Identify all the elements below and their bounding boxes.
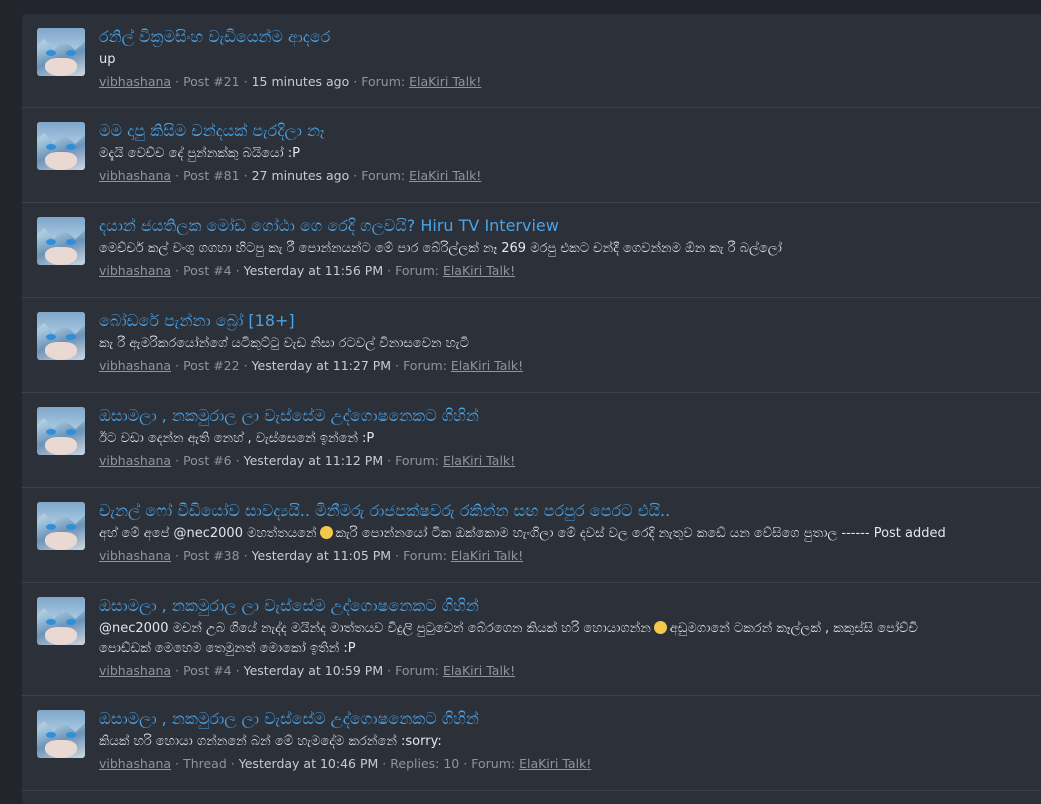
post-title-link[interactable]: ඔසාමලා , නකමුරාල ලා වැස්සේම උද්ගොෂනෙකට ග…: [99, 405, 1041, 427]
post-result: ඔසාමලා , නකමුරාල ලා වැස්සේම උද්ගොෂනෙකට ග…: [22, 583, 1041, 696]
post-result: බෝඩරේ පැන්නා බ්‍රෝ [18+] කැ රී ඇමරිකරයෝන…: [22, 298, 1041, 393]
post-time: Yesterday at 11:56 PM: [243, 263, 384, 278]
post-time: Yesterday at 11:27 PM: [251, 358, 392, 373]
post-meta: vibhashana · Post #6 · Yesterday at 11:12 PM…: [99, 453, 516, 468]
avatar[interactable]: [37, 597, 85, 645]
forum-link[interactable]: ElaKiri Talk!: [409, 168, 481, 183]
forum-link[interactable]: ElaKiri Talk!: [443, 663, 515, 678]
forum-label: Forum:: [395, 263, 439, 278]
avatar[interactable]: [37, 502, 85, 550]
username-link[interactable]: vibhashana: [99, 453, 171, 468]
post-title-link[interactable]: දයාන් ජයතිලක මෝඩ ගෝඨා ගෙ රෙදි ගලවයි? Hir…: [99, 215, 1041, 237]
post-result: චැනල් ෆෝ වීඩියෝව සාවද්‍යයි.. මිනීමරු රාජ…: [22, 488, 1041, 583]
post-meta: vibhashana · Thread · Yesterday at 10:46 PM ·…: [99, 756, 592, 771]
username-link[interactable]: vibhashana: [99, 548, 171, 563]
avatar[interactable]: [37, 122, 85, 170]
snippet-text: අහ් මේ අපේ @nec2000 මහත්තයනේ: [99, 526, 317, 541]
forum-label: Forum:: [403, 548, 447, 563]
post-number: Post #81: [183, 168, 240, 183]
forum-label: Forum:: [403, 358, 447, 373]
post-number: Post #38: [183, 548, 240, 563]
username-link[interactable]: vibhashana: [99, 663, 171, 678]
post-snippet: up: [99, 52, 116, 67]
post-snippet: ඊට වඩා දෙන්න ඇති නෙහ් , වැස්සෙනේ ඉන්නේ :…: [99, 431, 375, 446]
post-snippet: මදැයි වෙච්ච දේ පුන්නක්කු බයියෝ :P: [99, 146, 301, 161]
post-result: රනිල් වික්‍රමසිංහ වැඩියෙන්ම ආදරෙ up vibh…: [22, 14, 1041, 108]
post-result: දයාන් ජයතිලක මෝඩ ගෝඨා ගෙ රෙදි ගලවයි? Hir…: [22, 203, 1041, 298]
post-number: Post #21: [183, 74, 240, 89]
post-time: Yesterday at 10:46 PM: [238, 756, 379, 771]
post-snippet-line2: පොඩ්ඩක් මෙහෙම තෙමුනත් මොකෝ ඉතින් :P: [99, 641, 356, 656]
forum-link[interactable]: ElaKiri Talk!: [451, 548, 523, 563]
avatar[interactable]: [37, 28, 85, 76]
post-result: ඔසාමලා , නකමුරාල ලා වැස්සේම උද්ගොෂනෙකට ග…: [22, 696, 1041, 791]
post-type: Thread: [183, 756, 227, 771]
avatar[interactable]: [37, 710, 85, 758]
post-title-link[interactable]: චැනල් ෆෝ වීඩියෝව සාවද්‍යයි.. මිනීමරු රාජ…: [99, 500, 1041, 522]
post-snippet: කියක් හරි හොයා ගන්නනේ බන් මේ හැමදේම කරන්…: [99, 734, 442, 749]
forum-link[interactable]: ElaKiri Talk!: [409, 74, 481, 89]
forum-link[interactable]: ElaKiri Talk!: [519, 756, 591, 771]
post-number: Post #6: [183, 453, 232, 468]
post-title-link[interactable]: රනිල් වික්‍රමසිංහ වැඩියෙන්ම ආදරෙ: [99, 26, 1041, 48]
forum-link[interactable]: ElaKiri Talk!: [443, 263, 515, 278]
post-number: Post #4: [183, 663, 232, 678]
post-snippet: අහ් මේ අපේ @nec2000 මහත්තයනේ කැරි පොන්නයෝ…: [99, 524, 1041, 544]
username-link[interactable]: vibhashana: [99, 756, 171, 771]
forum-label: Forum:: [395, 453, 439, 468]
snippet-text: @nec2000 මචන් උබ ගියේ නැද්ද මයින්ද මාත්ත…: [99, 621, 651, 636]
username-link[interactable]: vibhashana: [99, 358, 171, 373]
snippet-text: අඩුමගානේ ටකරන් කෑල්ලක් , කකුස්සි පෝච්චි: [669, 621, 918, 636]
post-number: Post #22: [183, 358, 240, 373]
username-link[interactable]: vibhashana: [99, 168, 171, 183]
username-link[interactable]: vibhashana: [99, 74, 171, 89]
post-title-link[interactable]: බෝඩරේ පැන්නා බ්‍රෝ [18+]: [99, 310, 1041, 332]
smiley-icon: [653, 621, 667, 634]
forum-label: Forum:: [361, 168, 406, 183]
post-result: ඔසාමලා , නකමුරාල ලා වැස්සේම උද්ගොෂනෙකට ග…: [22, 393, 1041, 488]
forum-label: Forum:: [361, 74, 406, 89]
search-results-panel: රනිල් වික්‍රමසිංහ වැඩියෙන්ම ආදරෙ up vibh…: [22, 14, 1041, 804]
post-meta: vibhashana · Post #21 · 15 minutes ago · Forum…: [99, 74, 482, 89]
forum-link[interactable]: ElaKiri Talk!: [443, 453, 515, 468]
avatar[interactable]: [37, 407, 85, 455]
forum-link[interactable]: ElaKiri Talk!: [451, 358, 523, 373]
forum-label: Forum:: [395, 663, 439, 678]
post-result: මම දාපු කිසිම චන්දයක් පැරදිලා නෑ මදැයි ව…: [22, 108, 1041, 203]
post-time: 15 minutes ago: [251, 74, 350, 89]
snippet-text: කැරි පොන්නයෝ ටික ඔක්කොම හැංගිලා මේ දවස් …: [335, 526, 946, 541]
post-time: 27 minutes ago: [251, 168, 350, 183]
avatar[interactable]: [37, 217, 85, 265]
post-title-link[interactable]: ඔසාමලා , නකමුරාල ලා වැස්සේම උද්ගොෂනෙකට ග…: [99, 595, 1041, 617]
post-snippet: මෙච්චර් කල් වංගු ගගහා හිටපු කැ රී පොන්නය…: [99, 241, 782, 256]
smiley-icon: [319, 526, 333, 539]
post-time: Yesterday at 10:59 PM: [243, 663, 384, 678]
post-title-link[interactable]: මම දාපු කිසිම චන්දයක් පැරදිලා නෑ: [99, 120, 1041, 142]
post-meta: vibhashana · Post #22 · Yesterday at 11:27 P…: [99, 358, 524, 373]
replies-count: Replies: 10: [390, 756, 460, 771]
post-number: Post #4: [183, 263, 232, 278]
post-time: Yesterday at 11:12 PM: [243, 453, 384, 468]
avatar[interactable]: [37, 312, 85, 360]
post-meta: vibhashana · Post #38 · Yesterday at 11:05 P…: [99, 548, 524, 563]
post-snippet: කැ රී ඇමරිකරයෝන්ගේ යටිකුට්ටු වැඩ නිසා රට…: [99, 336, 469, 351]
post-meta: vibhashana · Post #4 · Yesterday at 11:56 PM…: [99, 263, 516, 278]
post-meta: vibhashana · Post #81 · 27 minutes ago · Forum…: [99, 168, 482, 183]
post-meta: vibhashana · Post #4 · Yesterday at 10:59 PM…: [99, 663, 516, 678]
username-link[interactable]: vibhashana: [99, 263, 171, 278]
post-time: Yesterday at 11:05 PM: [251, 548, 392, 563]
post-title-link[interactable]: ඔසාමලා , නකමුරාල ලා වැස්සේම උද්ගොෂනෙකට ග…: [99, 708, 1041, 730]
forum-label: Forum:: [471, 756, 516, 771]
post-snippet: @nec2000 මචන් උබ ගියේ නැද්ද මයින්ද මාත්ත…: [99, 619, 1041, 639]
